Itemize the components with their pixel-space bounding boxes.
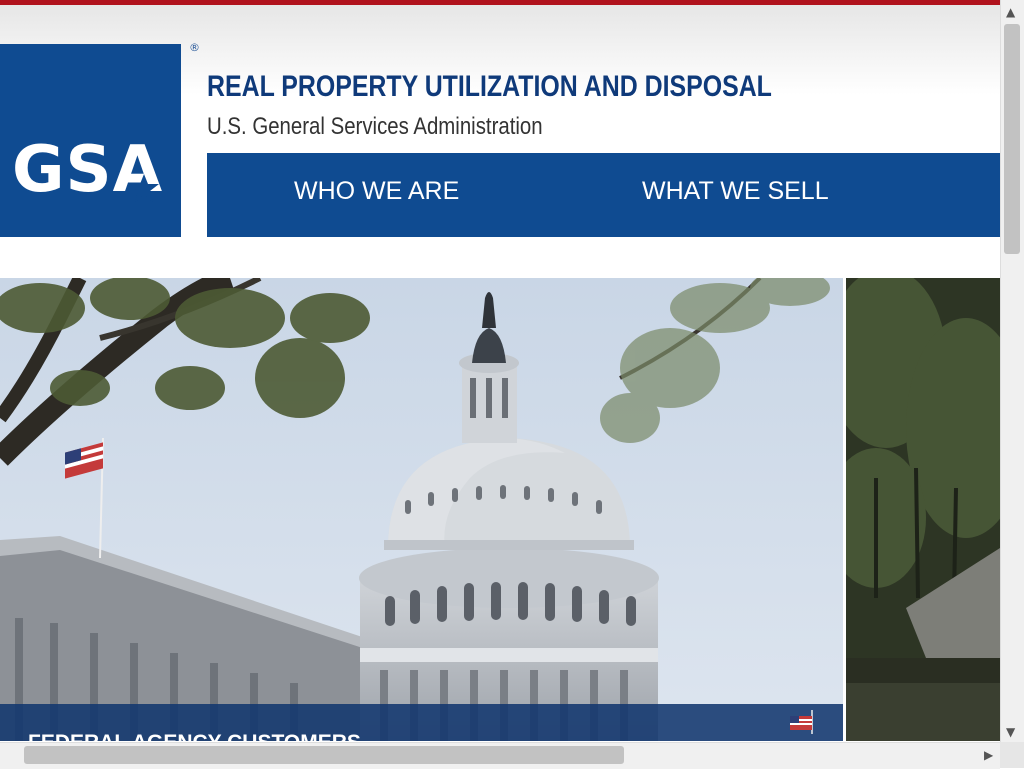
park-illustration xyxy=(846,278,1000,741)
arrow-right-icon[interactable]: ▶ xyxy=(984,749,993,761)
hero-image-park[interactable] xyxy=(846,278,1000,741)
scrollbar-corner xyxy=(1000,742,1024,768)
horizontal-scroll-thumb[interactable] xyxy=(24,746,624,764)
gsa-logo[interactable]: GSA xyxy=(0,44,181,237)
hero-image-capitol[interactable] xyxy=(0,278,843,741)
star-icon xyxy=(129,174,159,202)
hero-caption[interactable]: FEDERAL AGENCY CUSTOMERS xyxy=(28,730,361,742)
us-flag-icon xyxy=(790,710,813,734)
site-title: REAL PROPERTY UTILIZATION AND DISPOSAL xyxy=(207,70,772,103)
main-nav: WHO WE ARE WHAT WE SELL xyxy=(207,153,1000,237)
arrow-up-icon[interactable]: ▲ xyxy=(1006,6,1015,18)
nav-who-we-are[interactable]: WHO WE ARE xyxy=(294,177,459,206)
site-subtitle: U.S. General Services Administration xyxy=(207,113,543,140)
nav-what-we-sell[interactable]: WHAT WE SELL xyxy=(642,177,829,206)
capitol-illustration xyxy=(0,278,843,741)
vertical-scroll-thumb[interactable] xyxy=(1004,24,1020,254)
arrow-down-icon[interactable]: ▼ xyxy=(1006,726,1015,738)
registered-mark: ® xyxy=(189,41,200,54)
